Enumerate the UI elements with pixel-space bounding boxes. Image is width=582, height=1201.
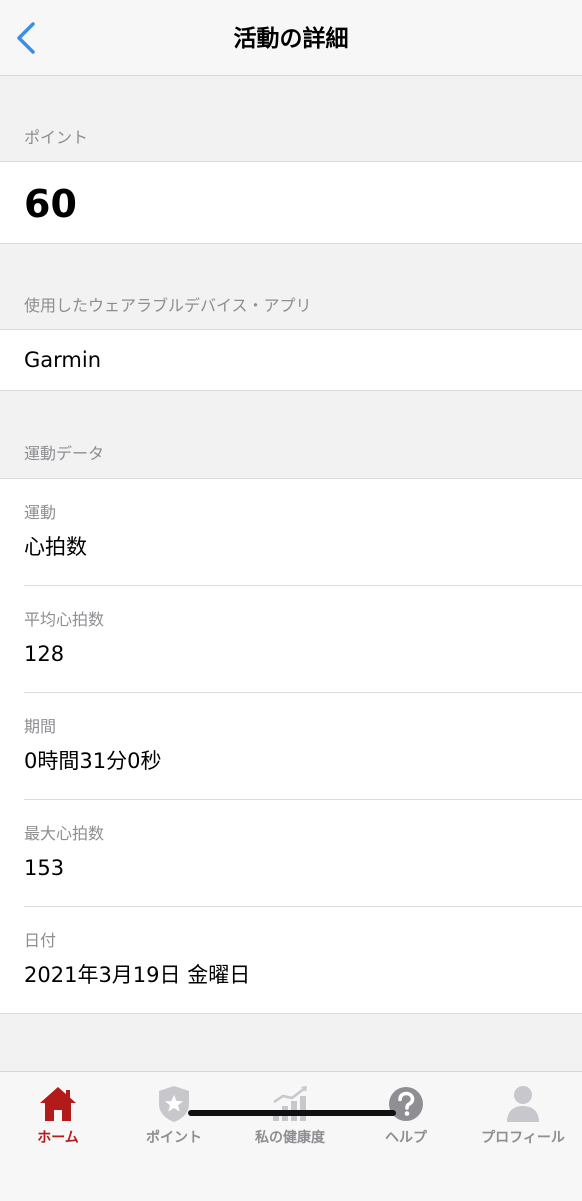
tab-label: ホーム [37,1130,79,1146]
row-value: 128 [24,642,65,666]
points-value: 60 [24,182,77,226]
exercise-row-duration: 期間 0時間31分0秒 [0,693,582,800]
device-section-label: 使用したウェアラブルデバイス・アプリ [24,296,312,315]
home-icon [40,1087,76,1121]
profile-icon [507,1086,539,1122]
tab-label: プロフィール [481,1130,565,1146]
nav-header: 活動の詳細 [0,0,582,76]
tab-my-health[interactable]: 私の健康度 [232,1072,348,1162]
tab-home[interactable]: ホーム [0,1072,116,1162]
device-value: Garmin [24,348,102,372]
points-cell: 60 [0,161,582,244]
help-icon [389,1087,423,1121]
row-label: 最大心拍数 [24,824,105,843]
row-label: 平均心拍数 [24,610,105,629]
exercise-section-label: 運動データ [24,444,105,463]
row-value: 2021年3月19日 金曜日 [24,963,251,987]
bar-chart-icon [273,1086,307,1121]
row-label: 期間 [24,717,57,736]
row-value: 心拍数 [24,535,87,559]
shield-star-icon [159,1086,189,1122]
bottom-tab-bar: ホーム ポイント 私の健康度 ヘルプ プロフィール [0,1071,582,1201]
home-indicator [188,1110,396,1116]
points-section-label: ポイント [24,128,89,147]
tab-profile[interactable]: プロフィール [464,1072,582,1162]
tab-label: ポイント [146,1130,202,1146]
tab-label: 私の健康度 [255,1130,325,1146]
row-label: 日付 [24,931,57,950]
exercise-row-date: 日付 2021年3月19日 金曜日 [0,907,582,1014]
exercise-data-list: 運動 心拍数 平均心拍数 128 期間 0時間31分0秒 最大心拍数 153 日… [0,478,582,1014]
device-cell: Garmin [0,329,582,391]
page-title: 活動の詳細 [233,26,349,52]
exercise-row-activity: 運動 心拍数 [0,479,582,586]
row-value: 153 [24,856,65,880]
exercise-row-max-heart-rate: 最大心拍数 153 [0,800,582,907]
tab-help[interactable]: ヘルプ [348,1072,464,1162]
exercise-row-avg-heart-rate: 平均心拍数 128 [0,586,582,693]
tab-points[interactable]: ポイント [116,1072,232,1162]
row-label: 運動 [24,503,57,522]
tab-label: ヘルプ [385,1130,427,1146]
row-value: 0時間31分0秒 [24,749,162,773]
